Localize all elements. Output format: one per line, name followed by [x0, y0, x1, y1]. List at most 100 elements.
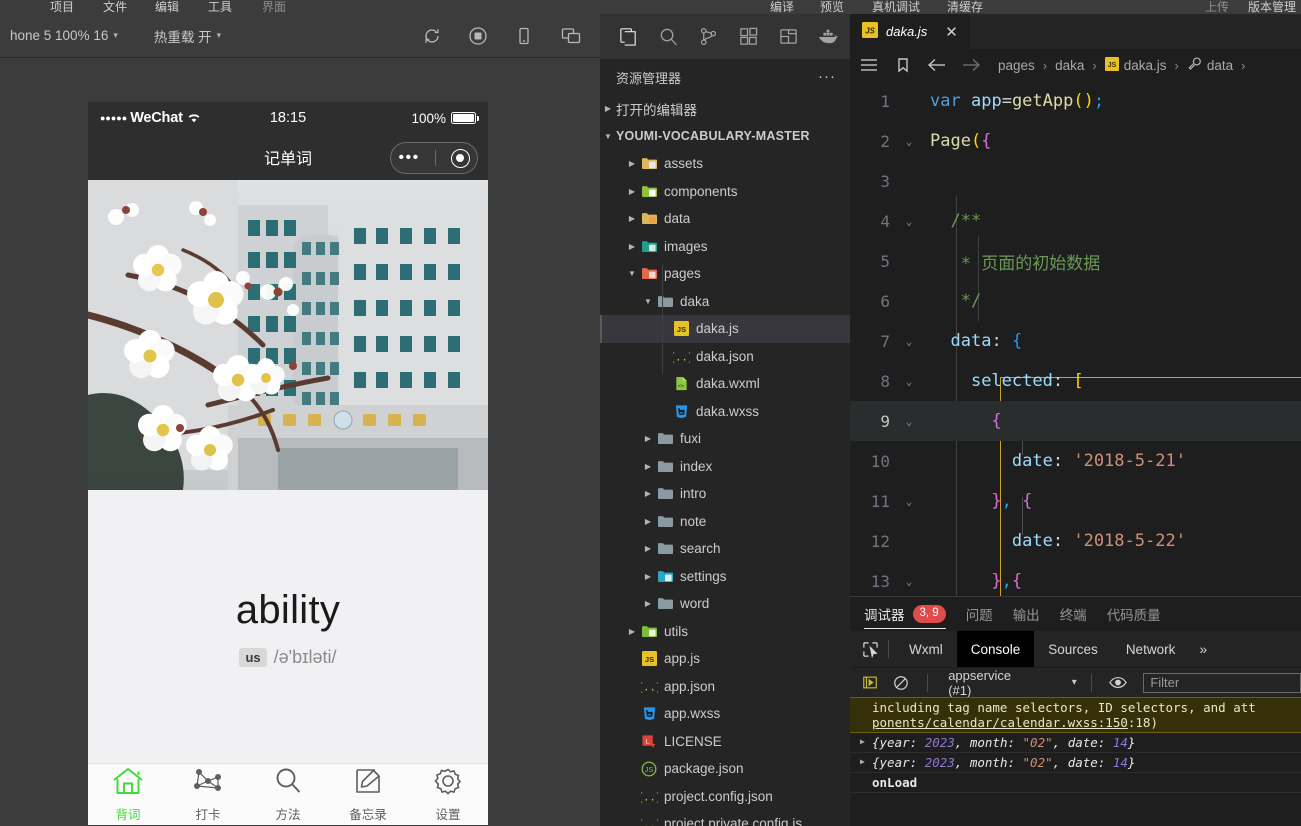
tree-item-license[interactable]: ▶ L LICENSE: [600, 728, 850, 756]
tree-item-project-private-config-js[interactable]: ▶{..} project.private.config.js: [600, 810, 850, 826]
tree-item-daka-json[interactable]: ▶{..} daka.json: [600, 343, 850, 371]
wechat-capsule[interactable]: •••: [390, 142, 478, 174]
panel-tab-output[interactable]: 输出: [1013, 597, 1040, 631]
bookmark-icon[interactable]: [890, 57, 916, 73]
chevron-right-icon[interactable]: ▶: [624, 242, 640, 251]
tree-item-daka-wxss[interactable]: ▶ daka.wxss: [600, 398, 850, 426]
record-icon[interactable]: [468, 26, 488, 46]
tab-daka[interactable]: 打卡: [168, 766, 248, 823]
tree-item-search[interactable]: ▶ search: [600, 535, 850, 563]
breadcrumb-data[interactable]: data: [1187, 56, 1233, 74]
context-selector[interactable]: appservice (#1) ▾: [942, 668, 1077, 698]
fold-chevron-icon[interactable]: ⌄: [898, 135, 920, 148]
tree-item-settings[interactable]: ▶ settings: [600, 563, 850, 591]
devtools-tab-wxml[interactable]: Wxml: [895, 631, 957, 667]
tree-item-assets[interactable]: ▶ assets: [600, 150, 850, 178]
tree-item-note[interactable]: ▶ note: [600, 508, 850, 536]
code-line[interactable]: 7 ⌄ data: {: [850, 321, 1301, 361]
tree-item-daka-wxml[interactable]: ▶ <> daka.wxml: [600, 370, 850, 398]
breadcrumb-daka-js[interactable]: JS daka.js: [1104, 56, 1167, 74]
menu-item-device-debug[interactable]: 真机调试: [872, 0, 920, 14]
search-icon[interactable]: [648, 17, 688, 57]
chevron-right-icon[interactable]: ▶: [640, 462, 656, 471]
docker-icon[interactable]: [808, 17, 848, 57]
tree-item-pages[interactable]: ▼ pages: [600, 260, 850, 288]
eye-icon[interactable]: [1106, 676, 1130, 689]
panel-tab-problems[interactable]: 问题: [966, 597, 993, 631]
devtools-overflow-icon[interactable]: »: [1189, 641, 1217, 657]
close-icon[interactable]: ✕: [945, 23, 958, 41]
chevron-right-icon[interactable]: ▶: [640, 599, 656, 608]
more-dots-icon[interactable]: •••: [398, 150, 419, 166]
code-line[interactable]: 4 ⌄ /**: [850, 201, 1301, 241]
fold-chevron-icon[interactable]: ⌄: [898, 495, 920, 508]
files-icon[interactable]: [608, 17, 648, 57]
breadcrumb-daka[interactable]: daka: [1055, 58, 1084, 73]
menu-item-1[interactable]: 文件: [103, 0, 127, 14]
tree-item-components[interactable]: ▶ components: [600, 178, 850, 206]
chevron-right-icon[interactable]: ▶: [640, 544, 656, 553]
chevron-right-icon[interactable]: ▶: [624, 627, 640, 636]
tree-open-editors[interactable]: ▶ 打开的编辑器: [600, 95, 850, 123]
tree-item-daka-js[interactable]: ▶ JS daka.js: [600, 315, 850, 343]
console-filter-input[interactable]: Filter: [1143, 672, 1301, 693]
code-line[interactable]: 8 ⌄ selected: [: [850, 361, 1301, 401]
tree-item-app-json[interactable]: ▶{..} app.json: [600, 673, 850, 701]
tree-item-data[interactable]: ▶ data: [600, 205, 850, 233]
panel-tab-debugger[interactable]: 调试器 3, 9: [864, 597, 946, 631]
code-line[interactable]: 13 ⌄ },{: [850, 561, 1301, 596]
tree-project-root[interactable]: ▼ YOUMI-VOCABULARY-MASTER: [600, 123, 850, 151]
outline-icon[interactable]: [856, 58, 882, 72]
tree-item-index[interactable]: ▶ index: [600, 453, 850, 481]
menu-item-preview[interactable]: 预览: [820, 0, 844, 14]
code-line[interactable]: 3: [850, 161, 1301, 201]
inspect-icon[interactable]: [858, 641, 882, 658]
tree-item-images[interactable]: ▶ images: [600, 233, 850, 261]
chevron-right-icon[interactable]: ▶: [640, 517, 656, 526]
expand-triangle-icon[interactable]: ▶: [860, 737, 865, 746]
code-line[interactable]: 11 ⌄ }, {: [850, 481, 1301, 521]
tree-item-intro[interactable]: ▶ intro: [600, 480, 850, 508]
code-line[interactable]: 1 var app=getApp();: [850, 81, 1301, 121]
tree-item-utils[interactable]: ▶ utils: [600, 618, 850, 646]
console-warning-row[interactable]: including tag name selectors, ID selecto…: [850, 697, 1301, 733]
breadcrumb-pages[interactable]: pages: [998, 58, 1035, 73]
tree-item-daka[interactable]: ▼ daka: [600, 288, 850, 316]
tab-daka-js[interactable]: JS daka.js ✕: [850, 14, 971, 49]
split-view-icon[interactable]: [560, 26, 582, 46]
fold-chevron-icon[interactable]: ⌄: [898, 415, 920, 428]
menu-item-version[interactable]: 版本管理: [1248, 0, 1296, 14]
fold-chevron-icon[interactable]: ⌄: [898, 215, 920, 228]
back-arrow-icon[interactable]: [924, 58, 950, 72]
chevron-right-icon[interactable]: ▶: [640, 572, 656, 581]
device-selector[interactable]: hone 5 100% 16 ▾: [0, 28, 128, 43]
console-warning-link[interactable]: ponents/calendar/calendar.wxss:150: [872, 715, 1128, 730]
clear-console-icon[interactable]: [890, 675, 914, 691]
refresh-icon[interactable]: [422, 26, 442, 46]
tab-shezhi[interactable]: 设置: [408, 766, 488, 823]
chevron-down-icon[interactable]: ▼: [640, 297, 656, 306]
tab-fangfa[interactable]: 方法: [248, 766, 328, 823]
tree-item-package-json[interactable]: ▶ JS package.json: [600, 755, 850, 783]
fold-chevron-icon[interactable]: ⌄: [898, 335, 920, 348]
console-object-row[interactable]: ▶ {year: 2023, month: "02", date: 14}: [850, 733, 1301, 753]
tab-beici[interactable]: 背词: [88, 766, 168, 823]
devtools-tab-sources[interactable]: Sources: [1034, 631, 1112, 667]
code-line[interactable]: 6 */: [850, 281, 1301, 321]
menu-item-compile[interactable]: 编译: [770, 0, 794, 14]
tree-item-app-js[interactable]: ▶ JS app.js: [600, 645, 850, 673]
forward-arrow-icon[interactable]: [958, 58, 984, 72]
source-control-icon[interactable]: [688, 17, 728, 57]
chevron-right-icon[interactable]: ▶: [624, 187, 640, 196]
code-line[interactable]: 2 ⌄ Page({: [850, 121, 1301, 161]
fold-chevron-icon[interactable]: ⌄: [898, 575, 920, 588]
code-line[interactable]: 10 date: '2018-5-21': [850, 441, 1301, 481]
menu-item-0[interactable]: 项目: [50, 0, 74, 14]
menu-item-upload[interactable]: 上传: [1205, 0, 1229, 14]
menu-item-clear-cache[interactable]: 清缓存: [947, 0, 983, 14]
hot-reload-selector[interactable]: 热重载 开 ▾: [128, 26, 231, 46]
expand-triangle-icon[interactable]: ▶: [860, 757, 865, 766]
tree-item-project-config-json[interactable]: ▶{..} project.config.json: [600, 783, 850, 811]
menu-item-3[interactable]: 工具: [208, 0, 232, 14]
tree-item-word[interactable]: ▶ word: [600, 590, 850, 618]
